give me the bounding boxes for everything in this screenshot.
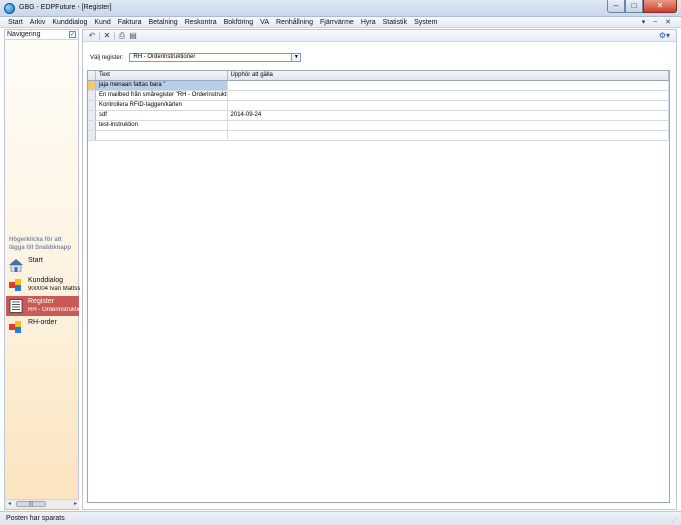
register-grid: Text Upphör att gälla jaja menaan fattas… <box>87 70 670 503</box>
menu-bokforing[interactable]: Bokföring <box>224 19 254 26</box>
menu-arkiv[interactable]: Arkiv <box>30 19 46 26</box>
cell-text[interactable] <box>96 131 228 140</box>
nav-item-sub: 900004 Ivan Mattsson <box>28 286 80 292</box>
menu-start[interactable]: Start <box>8 19 23 26</box>
house-icon <box>9 259 23 272</box>
register-select-value: RH - Orderinstruktioner <box>133 54 196 60</box>
nav-header-label: Navigering <box>7 31 41 38</box>
register-select-row: Välj register: RH - Orderinstruktioner ▼ <box>90 53 302 62</box>
cell-text[interactable]: En mailbed från småregister "RH - Orderi… <box>96 91 228 100</box>
nav-header: Navigering ✓ <box>5 30 78 40</box>
menu-renhallning[interactable]: Renhållning <box>276 19 313 26</box>
undo-icon[interactable]: ↶ <box>87 31 97 41</box>
chevron-down-icon[interactable]: ▼ <box>291 54 301 61</box>
table-row[interactable]: test-instruktion <box>88 121 669 131</box>
cell-text[interactable]: test-instruktion <box>96 121 228 130</box>
cell-date[interactable] <box>228 81 669 90</box>
status-bar: Posten har sparats ⋰ <box>0 511 681 525</box>
grid-header: Text Upphör att gälla <box>88 71 669 81</box>
nav-item-start[interactable]: Start <box>6 255 79 275</box>
row-selector[interactable] <box>88 111 96 120</box>
toolbar-separator <box>99 32 100 40</box>
column-header-text[interactable]: Text <box>96 71 228 80</box>
delete-icon[interactable]: ✕ <box>102 31 112 41</box>
mdi-minimize-icon[interactable]: – <box>653 18 657 26</box>
menu-bar: Start Arkiv Kunddialog Kund Faktura Beta… <box>0 17 681 28</box>
row-selector[interactable] <box>88 131 96 140</box>
cell-text[interactable]: Kontrollera RFID-taggen/kärlen <box>96 101 228 110</box>
menu-kund[interactable]: Kund <box>94 19 110 26</box>
menu-va[interactable]: VA <box>260 19 269 26</box>
mdi-close-icon[interactable]: ✕ <box>665 18 671 26</box>
nav-pin-checkbox[interactable]: ✓ <box>69 31 76 38</box>
nav-item-kunddialog[interactable]: Kunddialog 900004 Ivan Mattsson <box>6 275 80 295</box>
menu-betalning[interactable]: Betalning <box>148 19 177 26</box>
toolbar-separator <box>114 32 115 40</box>
kunddialog-icon <box>9 279 21 291</box>
row-selector[interactable] <box>88 91 96 100</box>
menu-kunddialog[interactable]: Kunddialog <box>52 19 87 26</box>
nav-hint: Högerklicka för att lägga till Snabbknap… <box>9 237 72 251</box>
cell-date[interactable] <box>228 131 669 140</box>
scroll-left-icon[interactable]: ◂ <box>8 500 11 507</box>
row-selector-header[interactable] <box>88 71 96 80</box>
nav-item-label: Register <box>28 298 55 305</box>
menu-fjarrvarme[interactable]: Fjärrvärme <box>320 19 354 26</box>
print-preview-icon[interactable]: ▤ <box>128 31 138 41</box>
table-row[interactable]: sdf 2014-09-24 <box>88 111 669 121</box>
title-bar: GBG - EDPFuture - [Register] – □ ✕ <box>0 0 681 17</box>
main-area: ↶ ✕ ⎙ ▤ ⚙▾ Välj register: RH - Orderinst… <box>82 29 677 510</box>
settings-dropdown-icon[interactable]: ⚙▾ <box>659 31 670 40</box>
menu-reskontra[interactable]: Reskontra <box>185 19 217 26</box>
app-globe-icon <box>4 3 15 14</box>
menu-system[interactable]: System <box>414 19 437 26</box>
close-button[interactable]: ✕ <box>643 0 677 13</box>
resize-grip-icon[interactable]: ⋰ <box>672 516 678 523</box>
window-controls: – □ ✕ <box>607 0 677 14</box>
scroll-right-icon[interactable]: ▸ <box>74 500 77 507</box>
cell-date[interactable]: 2014-09-24 <box>228 111 669 120</box>
cell-date[interactable] <box>228 101 669 110</box>
table-row[interactable]: En mailbed från småregister "RH - Orderi… <box>88 91 669 101</box>
column-header-date[interactable]: Upphör att gälla <box>228 71 669 80</box>
row-selector[interactable] <box>88 121 96 130</box>
row-selector[interactable] <box>88 101 96 110</box>
mdi-controls: ▾ – ✕ <box>642 18 671 26</box>
nav-item-sub: RH - Orderinstruktioner <box>28 307 80 313</box>
scroll-thumb[interactable]: ||| <box>16 501 46 507</box>
table-row[interactable]: Kontrollera RFID-taggen/kärlen <box>88 101 669 111</box>
cell-date[interactable] <box>228 121 669 130</box>
cell-date[interactable] <box>228 91 669 100</box>
nav-item-label: Start <box>28 257 43 264</box>
menu-statistik[interactable]: Statistik <box>383 19 408 26</box>
nav-item-label: RH-order <box>28 319 57 326</box>
nav-horizontal-scrollbar[interactable]: ◂ ||| ▸ <box>6 499 79 508</box>
nav-item-rh-order[interactable]: RH-order <box>6 317 79 337</box>
register-select-label: Välj register: <box>90 54 124 61</box>
minimize-button[interactable]: – <box>607 0 625 13</box>
rh-order-icon <box>9 321 21 333</box>
print-icon[interactable]: ⎙ <box>117 31 127 41</box>
cell-text[interactable]: jaja menaan fattas bara " <box>95 81 228 90</box>
new-row[interactable] <box>88 131 669 141</box>
nav-item-register[interactable]: Register RH - Orderinstruktioner <box>6 296 80 316</box>
cell-text[interactable]: sdf <box>96 111 228 120</box>
row-selector[interactable] <box>88 81 96 90</box>
menu-hyra[interactable]: Hyra <box>361 19 376 26</box>
menu-faktura[interactable]: Faktura <box>118 19 142 26</box>
maximize-button[interactable]: □ <box>625 0 643 13</box>
nav-item-label: Kunddialog <box>28 277 64 284</box>
status-text: Posten har sparats <box>6 515 65 522</box>
register-select[interactable]: RH - Orderinstruktioner ▼ <box>129 53 302 62</box>
toolbar: ↶ ✕ ⎙ ▤ ⚙▾ <box>83 30 676 42</box>
document-list-icon <box>9 299 23 313</box>
mdi-dropdown-icon[interactable]: ▾ <box>642 18 646 26</box>
table-row[interactable]: jaja menaan fattas bara " <box>88 81 669 91</box>
navigation-panel: Navigering ✓ Högerklicka för att lägga t… <box>4 29 80 510</box>
window-title: GBG - EDPFuture - [Register] <box>19 4 112 11</box>
